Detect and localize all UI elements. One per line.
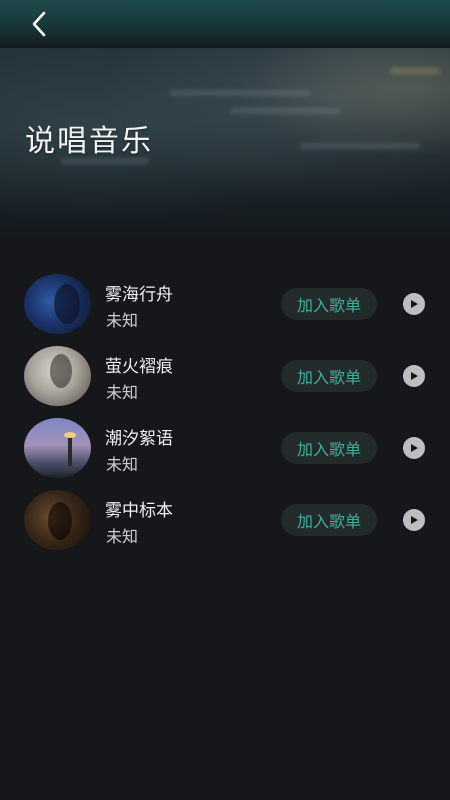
- back-button[interactable]: [24, 10, 54, 38]
- play-icon: [411, 516, 418, 524]
- song-title: 雾海行舟: [105, 285, 173, 305]
- add-to-playlist-button[interactable]: 加入歌单: [281, 504, 377, 536]
- song-title: 萤火褶痕: [105, 357, 173, 377]
- add-to-playlist-button[interactable]: 加入歌单: [281, 288, 377, 320]
- song-item[interactable]: 潮汐絮语 未知 加入歌单: [0, 414, 450, 486]
- song-artist: 未知: [106, 527, 139, 546]
- song-cover: [24, 490, 91, 550]
- play-button[interactable]: [403, 509, 425, 531]
- song-item[interactable]: 雾中标本 未知 加入歌单: [0, 486, 450, 558]
- song-cover: [24, 418, 91, 478]
- play-button[interactable]: [403, 293, 425, 315]
- song-cover: [24, 274, 91, 334]
- add-to-playlist-button[interactable]: 加入歌单: [281, 360, 377, 392]
- song-title: 雾中标本: [105, 501, 173, 521]
- play-button[interactable]: [403, 365, 425, 387]
- play-button[interactable]: [403, 437, 425, 459]
- song-item[interactable]: 萤火褶痕 未知 加入歌单: [0, 342, 450, 414]
- play-icon: [411, 300, 418, 308]
- song-title: 潮汐絮语: [105, 429, 173, 449]
- song-artist: 未知: [106, 383, 139, 402]
- chevron-left-icon: [32, 11, 46, 37]
- song-artist: 未知: [106, 455, 139, 474]
- add-to-playlist-button[interactable]: 加入歌单: [281, 432, 377, 464]
- song-list: 雾海行舟 未知 加入歌单 萤火褶痕 未知 加入歌单 潮汐絮语 未知 加入歌单 雾…: [0, 270, 450, 558]
- play-icon: [411, 444, 418, 452]
- top-bar: [0, 0, 450, 48]
- song-artist: 未知: [106, 311, 139, 330]
- page-title: 说唱音乐: [25, 124, 153, 160]
- play-icon: [411, 372, 418, 380]
- song-cover: [24, 346, 91, 406]
- song-item[interactable]: 雾海行舟 未知 加入歌单: [0, 270, 450, 342]
